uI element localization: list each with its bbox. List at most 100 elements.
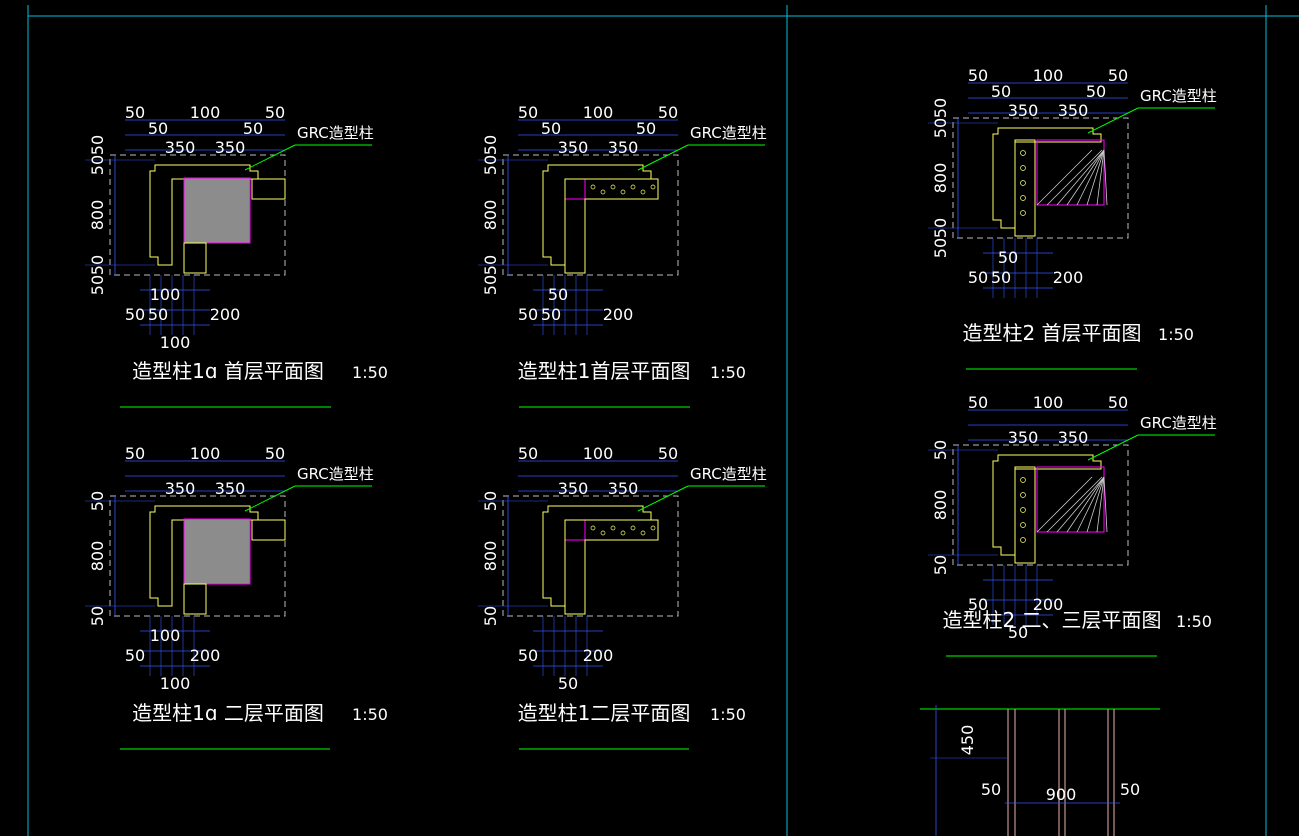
dim-text: 50 <box>518 646 538 665</box>
grc-callout-label: GRC造型柱 <box>690 465 767 483</box>
drawing-scale: 1:50 <box>352 705 388 724</box>
dim-text-vertical: 800 <box>931 163 950 194</box>
drawing-title: 造型柱1ɑ 首层平面图 <box>132 359 324 383</box>
grc-callout-label: GRC造型柱 <box>1140 414 1217 432</box>
dim-text: 200 <box>603 305 634 324</box>
dim-text: 50 <box>125 305 145 324</box>
cad-drawing-canvas[interactable]: 50 100 5050 50350 35050508005050 10050 50 20010… <box>0 0 1299 836</box>
dim-text-vertical: 800 <box>931 490 950 521</box>
dim-text-vertical: 50 <box>88 275 107 295</box>
dim-text: 50 <box>968 268 988 287</box>
dim-text-vertical: 50 <box>88 155 107 175</box>
dim-text: 100 <box>150 285 181 304</box>
dim-text: 50 <box>658 444 678 463</box>
dim-text: 50 <box>518 305 538 324</box>
grc-callout-label: GRC造型柱 <box>297 465 374 483</box>
concrete-column <box>183 518 251 585</box>
dim-text: 50 <box>991 82 1011 101</box>
dim-text-vertical: 800 <box>481 200 500 231</box>
dim-text: 50 <box>968 393 988 412</box>
dim-text: 200 <box>190 646 221 665</box>
dim-text: 350 <box>1058 428 1089 447</box>
drawing-title: 造型柱1二层平面图 <box>518 701 691 725</box>
elevation-dim-text: 900 <box>1046 785 1077 804</box>
dim-text-vertical: 50 <box>88 135 107 155</box>
dim-text-vertical: 50 <box>931 238 950 258</box>
dim-text-vertical: 50 <box>88 491 107 511</box>
grc-callout-label: GRC造型柱 <box>1140 87 1217 105</box>
dim-text: 100 <box>1033 393 1064 412</box>
drawing-scale: 1:50 <box>710 705 746 724</box>
drawing-scale: 1:50 <box>1176 612 1212 631</box>
dim-text: 100 <box>160 333 191 352</box>
dim-text: 50 <box>548 285 568 304</box>
dim-text-vertical: 50 <box>931 440 950 460</box>
dim-text: 100 <box>190 444 221 463</box>
dim-text: 50 <box>658 103 678 122</box>
dim-text: 50 <box>1108 393 1128 412</box>
dim-text: 50 <box>148 305 168 324</box>
drawing-scale: 1:50 <box>352 363 388 382</box>
dim-text: 50 <box>998 248 1018 267</box>
dim-text: 100 <box>160 674 191 693</box>
dim-text: 50 <box>541 305 561 324</box>
dim-text: 100 <box>1033 66 1064 85</box>
dim-text-vertical: 50 <box>481 135 500 155</box>
dim-text: 350 <box>608 138 639 157</box>
dim-text-vertical: 50 <box>481 155 500 175</box>
dim-text: 100 <box>190 103 221 122</box>
dim-text: 350 <box>558 479 589 498</box>
dim-text: 50 <box>1108 66 1128 85</box>
dim-text: 50 <box>518 103 538 122</box>
dim-text-vertical: 50 <box>481 275 500 295</box>
dim-text: 200 <box>210 305 241 324</box>
dim-text: 50 <box>991 268 1011 287</box>
dim-text-vertical: 50 <box>481 255 500 275</box>
dim-text: 50 <box>125 103 145 122</box>
dim-text: 100 <box>583 103 614 122</box>
dim-text: 350 <box>608 479 639 498</box>
dim-text: 350 <box>1008 428 1039 447</box>
dim-text-vertical: 50 <box>931 555 950 575</box>
drawing-title: 造型柱1首层平面图 <box>518 359 691 383</box>
dim-text: 200 <box>1053 268 1084 287</box>
dim-text: 200 <box>583 646 614 665</box>
dim-text-vertical: 800 <box>88 200 107 231</box>
drawing-scale: 1:50 <box>1158 325 1194 344</box>
dim-text: 50 <box>148 119 168 138</box>
grc-callout-label: GRC造型柱 <box>297 124 374 142</box>
elevation-dim-text: 50 <box>1120 780 1140 799</box>
dim-text: 350 <box>1008 101 1039 120</box>
dim-text: 50 <box>636 119 656 138</box>
dim-text: 350 <box>165 138 196 157</box>
dim-text: 350 <box>165 479 196 498</box>
drawing-title: 造型柱1ɑ 二层平面图 <box>132 701 324 725</box>
drawing-title: 造型柱2 首层平面图 <box>962 321 1141 345</box>
elevation-dim-text: 450 <box>958 725 977 756</box>
dim-text: 50 <box>125 444 145 463</box>
dim-text-vertical: 800 <box>481 541 500 572</box>
dim-text: 50 <box>968 66 988 85</box>
dim-text: 50 <box>243 119 263 138</box>
dim-text-vertical: 50 <box>931 118 950 138</box>
dim-text: 50 <box>541 119 561 138</box>
dim-text: 100 <box>583 444 614 463</box>
dim-text: 50 <box>265 444 285 463</box>
dim-text-vertical: 800 <box>88 541 107 572</box>
dim-text-vertical: 50 <box>88 255 107 275</box>
drawing-scale: 1:50 <box>710 363 746 382</box>
elevation-dim-text: 50 <box>981 780 1001 799</box>
dim-text: 350 <box>215 479 246 498</box>
dim-text-vertical: 50 <box>931 218 950 238</box>
dim-text-vertical: 50 <box>481 606 500 626</box>
drawing-title: 造型柱2 二、三层平面图 <box>942 608 1161 632</box>
dim-text: 50 <box>125 646 145 665</box>
dim-text: 50 <box>558 674 578 693</box>
dim-text: 350 <box>1058 101 1089 120</box>
dim-text: 100 <box>150 626 181 645</box>
grc-callout-label: GRC造型柱 <box>690 124 767 142</box>
dim-text-vertical: 50 <box>931 98 950 118</box>
concrete-column <box>183 177 251 244</box>
dim-text: 350 <box>215 138 246 157</box>
dim-text-vertical: 50 <box>88 606 107 626</box>
